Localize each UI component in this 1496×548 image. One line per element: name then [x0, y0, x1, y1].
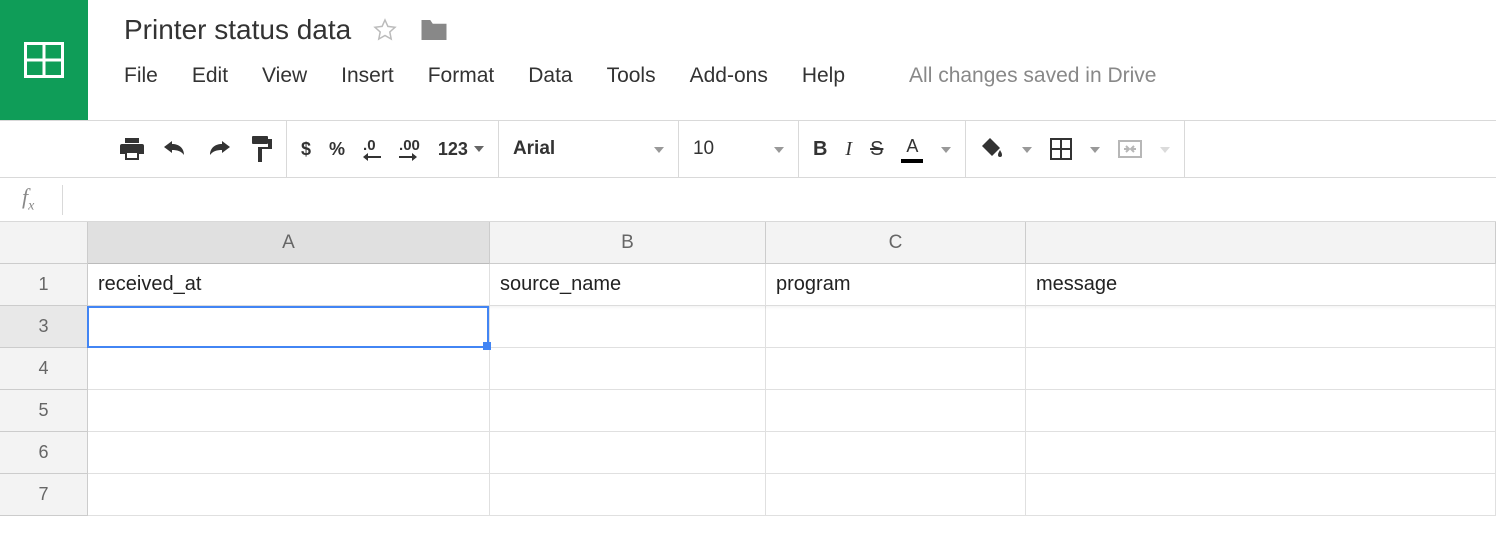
row-header[interactable]: 3 — [0, 306, 88, 348]
sheets-icon — [24, 42, 64, 78]
formula-bar: fx — [0, 178, 1496, 222]
cell[interactable] — [766, 390, 1026, 432]
menu-addons[interactable]: Add-ons — [690, 64, 768, 88]
cell[interactable] — [1026, 390, 1496, 432]
select-all-corner[interactable] — [0, 222, 88, 264]
cell[interactable] — [490, 474, 766, 516]
cell[interactable] — [88, 390, 490, 432]
print-icon[interactable] — [120, 138, 144, 160]
cell[interactable] — [88, 432, 490, 474]
cell[interactable] — [490, 390, 766, 432]
paint-format-icon[interactable] — [250, 136, 272, 162]
font-size-select[interactable]: 10 — [693, 138, 714, 160]
row-header[interactable]: 6 — [0, 432, 88, 474]
toolbar: $ % .0 .00 123 Arial 10 B I S A — [0, 120, 1496, 178]
cell[interactable]: program — [766, 264, 1026, 306]
cell[interactable] — [766, 348, 1026, 390]
undo-icon[interactable] — [162, 141, 188, 157]
menu-insert[interactable]: Insert — [341, 64, 394, 88]
cell[interactable] — [490, 348, 766, 390]
cell[interactable] — [1026, 306, 1496, 348]
cell[interactable] — [766, 306, 1026, 348]
column-header[interactable] — [1026, 222, 1496, 264]
column-header[interactable]: A — [88, 222, 490, 264]
cell[interactable] — [88, 306, 490, 348]
cell[interactable]: message — [1026, 264, 1496, 306]
chevron-down-icon[interactable] — [654, 140, 664, 158]
menu-help[interactable]: Help — [802, 64, 845, 88]
chevron-down-icon[interactable] — [941, 140, 951, 158]
cell[interactable]: source_name — [490, 264, 766, 306]
cell[interactable] — [1026, 432, 1496, 474]
cell[interactable] — [766, 432, 1026, 474]
column-header[interactable]: B — [490, 222, 766, 264]
chevron-down-icon[interactable] — [1090, 140, 1100, 158]
cell[interactable] — [490, 432, 766, 474]
cell[interactable] — [88, 474, 490, 516]
chevron-down-icon — [474, 146, 484, 152]
row-header[interactable]: 7 — [0, 474, 88, 516]
cell[interactable]: received_at — [88, 264, 490, 306]
document-title[interactable]: Printer status data — [124, 14, 351, 46]
menu-format[interactable]: Format — [428, 64, 495, 88]
menubar: File Edit View Insert Format Data Tools … — [124, 64, 1496, 88]
menu-file[interactable]: File — [124, 64, 158, 88]
column-header[interactable]: C — [766, 222, 1026, 264]
cell[interactable] — [490, 306, 766, 348]
strikethrough-button[interactable]: S — [870, 138, 883, 161]
redo-icon[interactable] — [206, 141, 232, 157]
merge-cells-button[interactable] — [1118, 140, 1142, 158]
row-header[interactable]: 4 — [0, 348, 88, 390]
menu-edit[interactable]: Edit — [192, 64, 228, 88]
cell[interactable] — [1026, 474, 1496, 516]
spreadsheet-grid: 1 3 4 5 6 7 A B C received_at source_nam… — [0, 222, 1496, 516]
text-color-button[interactable]: A — [901, 136, 923, 163]
save-status: All changes saved in Drive — [909, 64, 1156, 88]
fill-color-button[interactable] — [980, 138, 1004, 160]
number-format-button[interactable]: 123 — [438, 139, 484, 160]
chevron-down-icon[interactable] — [1022, 140, 1032, 158]
cell[interactable] — [1026, 348, 1496, 390]
chevron-down-icon[interactable] — [1160, 140, 1170, 158]
format-currency-button[interactable]: $ — [301, 139, 311, 160]
app-logo[interactable] — [0, 0, 88, 120]
star-icon[interactable] — [373, 18, 397, 42]
menu-view[interactable]: View — [262, 64, 307, 88]
borders-button[interactable] — [1050, 138, 1072, 160]
format-percent-button[interactable]: % — [329, 139, 345, 160]
row-header[interactable]: 5 — [0, 390, 88, 432]
folder-icon[interactable] — [419, 17, 449, 43]
fx-label: fx — [22, 184, 34, 214]
menu-data[interactable]: Data — [528, 64, 572, 88]
cell[interactable] — [88, 348, 490, 390]
cell[interactable] — [766, 474, 1026, 516]
row-header[interactable]: 1 — [0, 264, 88, 306]
chevron-down-icon[interactable] — [774, 140, 784, 158]
increase-decimal-button[interactable]: .00 — [399, 138, 420, 161]
italic-button[interactable]: I — [845, 138, 852, 161]
bold-button[interactable]: B — [813, 138, 827, 161]
menu-tools[interactable]: Tools — [607, 64, 656, 88]
decrease-decimal-button[interactable]: .0 — [363, 138, 381, 161]
font-family-select[interactable]: Arial — [513, 138, 555, 160]
